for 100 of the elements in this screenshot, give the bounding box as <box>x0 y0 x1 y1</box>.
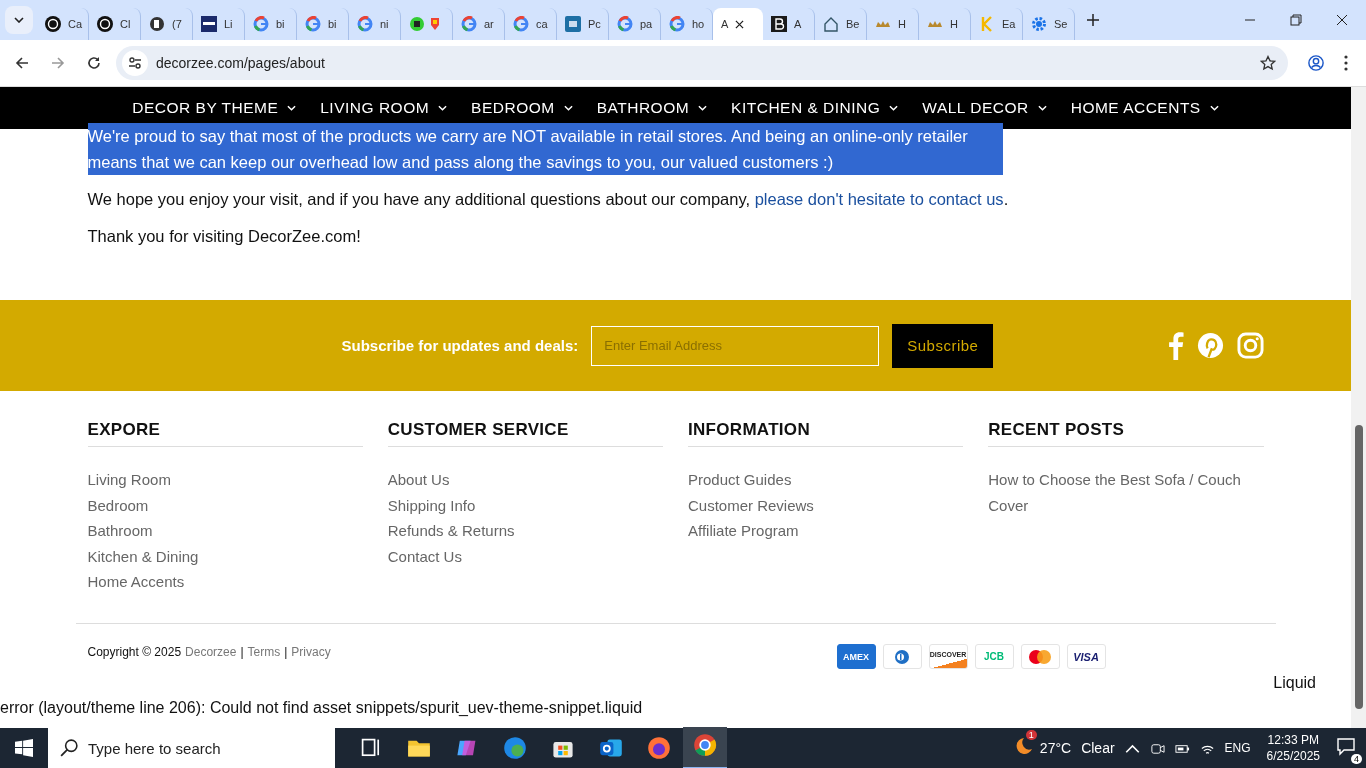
house-icon <box>823 16 839 32</box>
footer-heading: RECENT POSTS <box>988 420 1264 447</box>
chevron-down-icon <box>14 17 24 23</box>
footer-link[interactable]: Customer Reviews <box>688 492 964 518</box>
footer-link[interactable]: Home Accents <box>87 569 363 595</box>
browser-tab[interactable]: ca <box>505 8 557 40</box>
notification-count: 4 <box>1351 754 1362 764</box>
google-icon <box>357 16 373 32</box>
footer-heading: CUSTOMER SERVICE <box>387 420 663 447</box>
browser-tab[interactable]: Li <box>193 8 245 40</box>
footer-legal-link[interactable]: Terms <box>247 645 281 659</box>
notifications-icon[interactable] <box>1336 736 1356 756</box>
address-bar[interactable]: decorzee.com/pages/about <box>116 46 1288 80</box>
chevron-down-icon <box>698 105 708 111</box>
chevron-down-icon <box>287 105 297 111</box>
close-icon[interactable] <box>1336 14 1348 26</box>
site-settings-icon[interactable] <box>122 50 148 76</box>
taskbar-search-field[interactable]: Type here to search <box>48 728 335 768</box>
footer-link[interactable]: About Us <box>387 467 663 493</box>
separator: | <box>240 645 244 659</box>
search-icon <box>60 739 78 757</box>
chevron-down-icon <box>563 105 573 111</box>
profile-icon[interactable] <box>1308 55 1324 71</box>
chrome-icon[interactable] <box>693 733 717 757</box>
language-indicator[interactable]: ENG <box>1224 741 1251 755</box>
browser-tab[interactable]: H <box>867 8 919 40</box>
nav-menu-item[interactable]: HOME ACCENTS <box>1070 99 1219 117</box>
google-icon <box>461 16 477 32</box>
nav-menu-item[interactable]: BEDROOM <box>471 99 573 117</box>
footer-link[interactable]: Shipping Info <box>387 492 663 518</box>
footer-heading: INFORMATION <box>688 420 964 447</box>
nav-menu-item[interactable]: DECOR BY THEME <box>132 99 297 117</box>
nav-menu-item[interactable]: WALL DECOR <box>922 99 1047 117</box>
amex-card-icon: AMEX <box>836 644 876 669</box>
notification-badge: 1 <box>1025 730 1037 740</box>
error-message: error (layout/theme line 206): Could not find asset snippets/spurit_uev-theme-snippet.liquid <box>0 698 644 717</box>
footer-link[interactable]: Living Room <box>87 467 363 493</box>
browser-tab[interactable]: Se <box>1023 8 1075 40</box>
footer-link[interactable]: Affiliate Program <box>688 518 964 544</box>
nav-menu-item[interactable]: BATHROOM <box>596 99 708 117</box>
footer-link[interactable]: Product Guides <box>688 467 964 493</box>
footer-link[interactable]: Bedroom <box>87 492 363 518</box>
footer-legal-link[interactable]: Decorzee <box>185 645 237 659</box>
paragraph: We're proud to say that most of the products we carry are NOT available in retail stores. And being an online-only retailer means that we can keep our overhead low and pass along the savings to you, our valued customers :) <box>87 123 1003 175</box>
chevron-down-icon <box>1209 105 1219 111</box>
menu-icon[interactable] <box>1344 55 1348 71</box>
browser-tab[interactable]: ar <box>453 8 505 40</box>
browser-tab[interactable]: pa <box>609 8 661 40</box>
browser-tab[interactable]: Cl <box>89 8 141 40</box>
browser-tab[interactable]: Pc <box>557 8 609 40</box>
clock[interactable]: 12:33 PM 6/25/2025 <box>1266 732 1320 764</box>
browser-tab[interactable]: H <box>919 8 971 40</box>
google-icon <box>513 16 529 32</box>
paragraph: We hope you enjoy your visit, and if you have any additional questions about our company, please don't hesitate to contact us. <box>87 189 1010 210</box>
temperature-text: 27°C <box>1039 740 1072 756</box>
google-icon <box>253 16 269 32</box>
email-field[interactable]: Enter Email Address <box>591 325 880 366</box>
browser-tab[interactable]: Be <box>815 8 867 40</box>
bookmark-star-icon[interactable] <box>1260 55 1276 71</box>
chevron-down-icon <box>1037 105 1047 111</box>
restore-icon[interactable] <box>1290 14 1302 26</box>
browser-tab[interactable]: bi <box>245 8 297 40</box>
chevron-down-icon <box>889 105 899 111</box>
letter-k-icon <box>979 16 995 32</box>
back-icon[interactable] <box>14 55 30 71</box>
mastercard-icon <box>1020 644 1060 669</box>
close-icon[interactable] <box>735 19 745 29</box>
footer-link[interactable]: Bathroom <box>87 518 363 544</box>
google-icon <box>305 16 321 32</box>
tab-search-button[interactable] <box>5 6 33 34</box>
browser-tab[interactable]: ni <box>349 8 401 40</box>
forward-icon[interactable] <box>50 55 66 71</box>
subscribe-button[interactable]: Subscribe <box>892 323 994 368</box>
browser-tab[interactable]: bi <box>297 8 349 40</box>
footer-heading: EXPORE <box>87 420 363 447</box>
subscribe-label: Subscribe for updates and deals: <box>341 337 579 354</box>
browser-tab[interactable]: (7 <box>141 8 193 40</box>
footer-link[interactable]: Contact Us <box>387 543 663 569</box>
google-icon <box>617 16 633 32</box>
windows-start-icon[interactable] <box>15 739 33 757</box>
footer-link[interactable]: Kitchen & Dining <box>87 543 363 569</box>
browser-tab[interactable]: Ca <box>37 8 89 40</box>
footer-legal-link[interactable]: Privacy <box>291 645 331 659</box>
jcb-card-icon: JCB <box>974 644 1014 669</box>
settings-icon <box>1031 16 1047 32</box>
nav-menu-item[interactable]: KITCHEN & DINING <box>731 99 899 117</box>
diners-card-icon <box>882 644 922 669</box>
liquid-label: Liquid <box>1272 674 1317 693</box>
contact-link[interactable]: please don't hesitate to contact us <box>754 190 1004 208</box>
footer-link[interactable]: How to Choose the Best Sofa / Couch Cover <box>988 467 1264 518</box>
nav-menu-item[interactable]: LIVING ROOM <box>320 99 448 117</box>
visa-card-icon: VISA <box>1066 644 1106 669</box>
browser-tab[interactable]: A <box>763 8 815 40</box>
reload-icon[interactable] <box>86 55 102 71</box>
browser-tab[interactable]: Ea <box>971 8 1023 40</box>
browser-tab[interactable]: A <box>713 8 763 40</box>
new-tab-icon[interactable] <box>1087 14 1099 26</box>
copyright-text: Copyright © 2025 <box>87 645 182 659</box>
scrollbar[interactable] <box>1351 87 1366 728</box>
footer-link[interactable]: Refunds & Returns <box>387 518 663 544</box>
